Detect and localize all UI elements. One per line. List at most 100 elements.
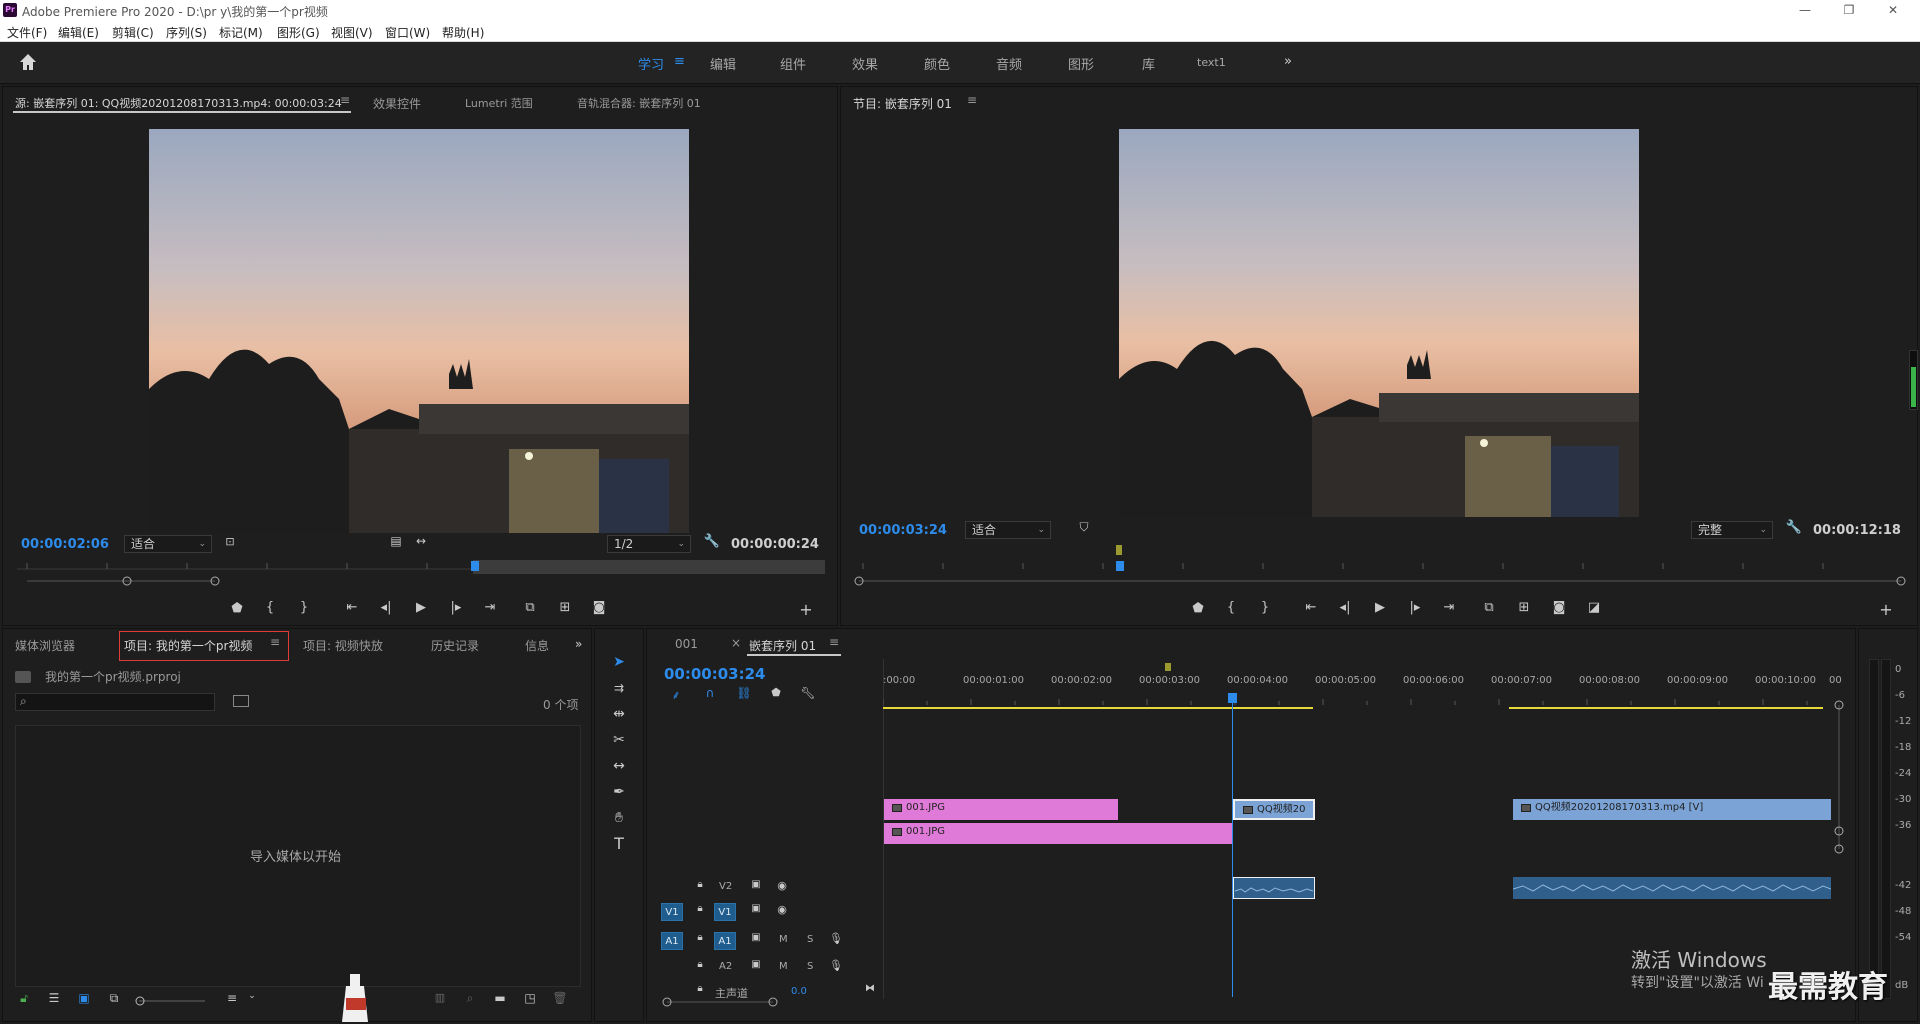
sync-lock-a1-icon[interactable]: ▣	[747, 932, 765, 943]
mute-a2-button[interactable]: M	[779, 961, 788, 972]
step-forward-icon[interactable]: |▸	[447, 600, 465, 615]
track-v2-label[interactable]: V2	[719, 881, 732, 892]
panel-overflow-icon[interactable]: »	[575, 637, 582, 651]
type-tool-icon[interactable]: T	[608, 833, 630, 855]
marker-shield-icon[interactable]: ⛉	[1075, 520, 1093, 535]
automate-to-sequence-icon[interactable]: ▥	[431, 991, 449, 1004]
workspace-tab-editing[interactable]: 编辑	[710, 54, 736, 73]
lock-icon[interactable]: 🔓︎	[15, 991, 33, 1006]
source-patch-v1[interactable]: V1	[661, 903, 683, 921]
tab-media-browser[interactable]: 媒体浏览器	[15, 637, 75, 654]
selection-tool-icon[interactable]: ➤	[608, 651, 630, 673]
add-marker-icon[interactable]: ⬟	[228, 601, 246, 616]
lock-master-icon[interactable]: 🔒︎	[691, 983, 709, 994]
trash-icon[interactable]: 🗑︎	[551, 991, 569, 1005]
audio-clip-a2-qq-video[interactable]	[1513, 877, 1831, 899]
menu-markers[interactable]: 标记(M)	[219, 24, 263, 41]
timeline-timecode[interactable]: 00:00:03:24	[664, 665, 766, 683]
go-to-out-icon[interactable]: ⇥	[481, 600, 499, 615]
hand-tool-icon[interactable]: ✋︎	[608, 807, 630, 829]
tab-sequence-001[interactable]: 001	[675, 637, 698, 651]
audio-clip-a2-short[interactable]	[1233, 877, 1315, 899]
tab-audio-track-mixer[interactable]: 音轨混合器: 嵌套序列 01	[577, 95, 701, 111]
clip-v2-001jpg[interactable]: 001.JPG	[884, 799, 1118, 820]
track-a2-label[interactable]: A2	[719, 961, 732, 972]
add-marker-icon[interactable]: ⬟	[1189, 601, 1207, 616]
sync-lock-v1-icon[interactable]: ▣	[747, 903, 765, 914]
step-back-icon[interactable]: ◂|	[1336, 600, 1354, 615]
snap-magnet-icon[interactable]: ∩	[701, 686, 719, 700]
wrench-settings-icon[interactable]: 🔧	[1785, 520, 1803, 535]
master-volume-value[interactable]: 0.0	[791, 986, 807, 997]
project-panel-menu-icon[interactable]: ≡	[270, 635, 280, 649]
clip-v1-001jpg[interactable]: 001.JPG	[884, 823, 1232, 844]
overwrite-icon[interactable]: ⊞	[556, 600, 574, 615]
new-item-icon[interactable]: ◳	[521, 991, 539, 1005]
workspace-tab-learn[interactable]: 学习	[638, 54, 664, 73]
add-button-icon[interactable]: +	[1877, 600, 1895, 619]
lift-icon[interactable]: ⧉	[1480, 600, 1498, 615]
lock-track-v1-icon[interactable]: 🔒︎	[691, 903, 709, 914]
tab-program[interactable]: 节目: 嵌套序列 01	[853, 95, 952, 112]
program-time-ruler[interactable]	[853, 543, 1907, 587]
tab-lumetri-scopes[interactable]: Lumetri 范围	[465, 95, 533, 111]
lock-track-v2-icon[interactable]: 🔒︎	[691, 879, 709, 890]
timeline-menu-icon[interactable]: ≡	[829, 635, 839, 649]
mic-a1-icon[interactable]: 🎙︎	[827, 932, 845, 945]
find-icon[interactable]: ⌕	[461, 991, 479, 1006]
program-timecode[interactable]: 00:00:03:24	[859, 523, 947, 538]
sort-icon[interactable]: ≡	[223, 991, 241, 1005]
close-window-icon[interactable]: ✕	[1878, 2, 1908, 18]
timeline-settings-wrench-icon[interactable]: 🔧︎	[799, 686, 817, 700]
menu-clip[interactable]: 剪辑(C)	[112, 24, 154, 41]
comparison-view-icon[interactable]: ◪	[1585, 600, 1603, 615]
pen-tool-icon[interactable]: ✒	[608, 781, 630, 803]
source-panel-menu-icon[interactable]: ≡	[340, 93, 350, 107]
menu-view[interactable]: 视图(V)	[331, 24, 373, 41]
source-patch-a1[interactable]: A1	[661, 932, 683, 950]
menu-sequence[interactable]: 序列(S)	[166, 24, 207, 41]
source-fit-dropdown[interactable]: 适合 ⌄	[124, 535, 212, 553]
workspace-menu-icon[interactable]: ≡	[674, 54, 685, 69]
project-search-input[interactable]: ⌕	[15, 693, 215, 711]
play-icon[interactable]: ▶	[412, 600, 430, 615]
eye-v1-icon[interactable]: ◉	[773, 903, 791, 916]
extract-icon[interactable]: ⊞	[1515, 600, 1533, 615]
step-forward-icon[interactable]: |▸	[1406, 600, 1424, 615]
solo-a1-button[interactable]: S	[807, 934, 813, 945]
play-icon[interactable]: ▶	[1371, 600, 1389, 615]
list-view-icon[interactable]: ☰	[45, 991, 63, 1005]
lock-track-a2-icon[interactable]: 🔒︎	[691, 959, 709, 970]
add-button-icon[interactable]: +	[797, 600, 815, 619]
step-back-icon[interactable]: ◂|	[377, 600, 395, 615]
linked-selection-icon[interactable]: ⛓︎	[735, 686, 753, 700]
tab-info[interactable]: 信息	[525, 637, 549, 654]
workspace-tab-color[interactable]: 颜色	[924, 54, 950, 73]
lock-track-a1-icon[interactable]: 🔒︎	[691, 932, 709, 943]
minimize-icon[interactable]: —	[1790, 2, 1820, 18]
chevron-down-icon[interactable]: ⌄	[243, 991, 261, 1001]
insert-icon[interactable]: ⧉	[521, 600, 539, 615]
program-fit-dropdown[interactable]: 适合 ⌄	[965, 521, 1051, 539]
workspace-tab-graphics[interactable]: 图形	[1068, 54, 1094, 73]
mark-out-icon[interactable]: }	[1256, 600, 1274, 615]
source-resolution-dropdown[interactable]: 1/2 ⌄	[607, 535, 691, 553]
workspace-overflow-icon[interactable]: »	[1284, 54, 1292, 69]
clip-v2-qq-video[interactable]: QQ视频20201208170313.mp4 [V]	[1513, 799, 1831, 820]
workspace-tab-assembly[interactable]: 组件	[780, 54, 806, 73]
go-to-out-icon[interactable]: ⇥	[1440, 600, 1458, 615]
add-marker-icon[interactable]: ⬟	[767, 686, 785, 699]
source-playhead[interactable]	[471, 561, 479, 571]
camera-export-frame-icon[interactable]: ◙	[1550, 600, 1568, 615]
tab-project-speedup[interactable]: 项目: 视频快放	[303, 637, 383, 654]
source-time-ruler[interactable]	[17, 557, 825, 587]
tab-history[interactable]: 历史记录	[431, 637, 479, 654]
track-v1-target[interactable]: V1	[714, 903, 736, 921]
solo-a2-button[interactable]: S	[807, 961, 813, 972]
timeline-playhead-handle[interactable]	[1228, 693, 1237, 703]
track-a1-target[interactable]: A1	[714, 932, 736, 950]
horizontal-zoom-scroll[interactable]	[661, 995, 781, 1009]
workspace-tab-text1[interactable]: text1	[1197, 56, 1226, 69]
program-quality-dropdown[interactable]: 完整 ⌄	[1691, 521, 1773, 539]
wrench-settings-icon[interactable]: 🔧	[703, 534, 721, 549]
